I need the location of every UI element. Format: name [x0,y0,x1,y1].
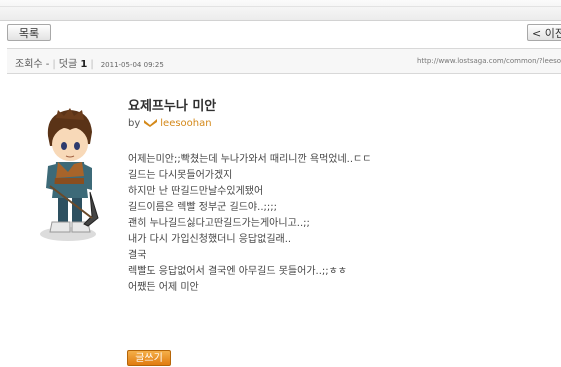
prev-button[interactable]: < 이전 [527,24,561,41]
post-url[interactable]: http://www.lostsaga.com/common/?leesooha… [417,57,561,65]
post-title: 요제프누나 미안 [128,99,217,114]
views-label: 조회수 - [15,59,50,70]
comments-label: 덧글 [58,59,78,70]
top-bar-divider [0,6,561,7]
by-label: by [128,118,141,129]
post-info-bar: 조회수 - | 덧글 1 | 2011-05-04 09:25 http://www.l… [7,48,561,74]
post-line: 어쨌든 어제 미안 [128,282,199,293]
post-line: 렉빨도 응답없어서 결국엔 아무길드 못들어가..;;ㅎㅎ [128,266,348,277]
character-avatar [40,108,99,241]
author-name[interactable]: leesoohan [160,118,211,129]
post-line: 내가 다시 가입신청했더니 응답없길래.. [128,234,292,245]
post-line: 하지만 난 딴길드만날수있게됐어 [128,186,264,197]
post-body: 어제는미안;;빡쳤는데 누나가와서 때리니깐 욕먹었네..ㄷㄷ 길드는 다시못들… [128,152,371,296]
post-date: 2011-05-04 09:25 [100,61,164,69]
top-bar [0,0,561,21]
post-line: 결국 [128,250,147,261]
post-line: 어제는미안;;빡쳤는데 누나가와서 때리니깐 욕먹었네..ㄷㄷ [128,154,372,165]
stats-separator: | [90,59,94,70]
post-line: 길드이름은 렉빨 정부군 길드야..;;;; [128,202,277,213]
comments-count[interactable]: 1 [80,59,87,70]
post-line: 길드는 다시못들어가겠지 [128,170,233,181]
stats-separator: | [52,59,56,70]
rank-badge-icon [144,119,158,127]
list-button[interactable]: 목록 [7,24,51,41]
post-line: 괜히 누나길드싫다고딴길드가는게아니고..;; [128,218,310,229]
post-byline: by leesoohan [128,118,212,129]
post-stats: 조회수 - | 덧글 1 | 2011-05-04 09:25 [15,55,164,70]
